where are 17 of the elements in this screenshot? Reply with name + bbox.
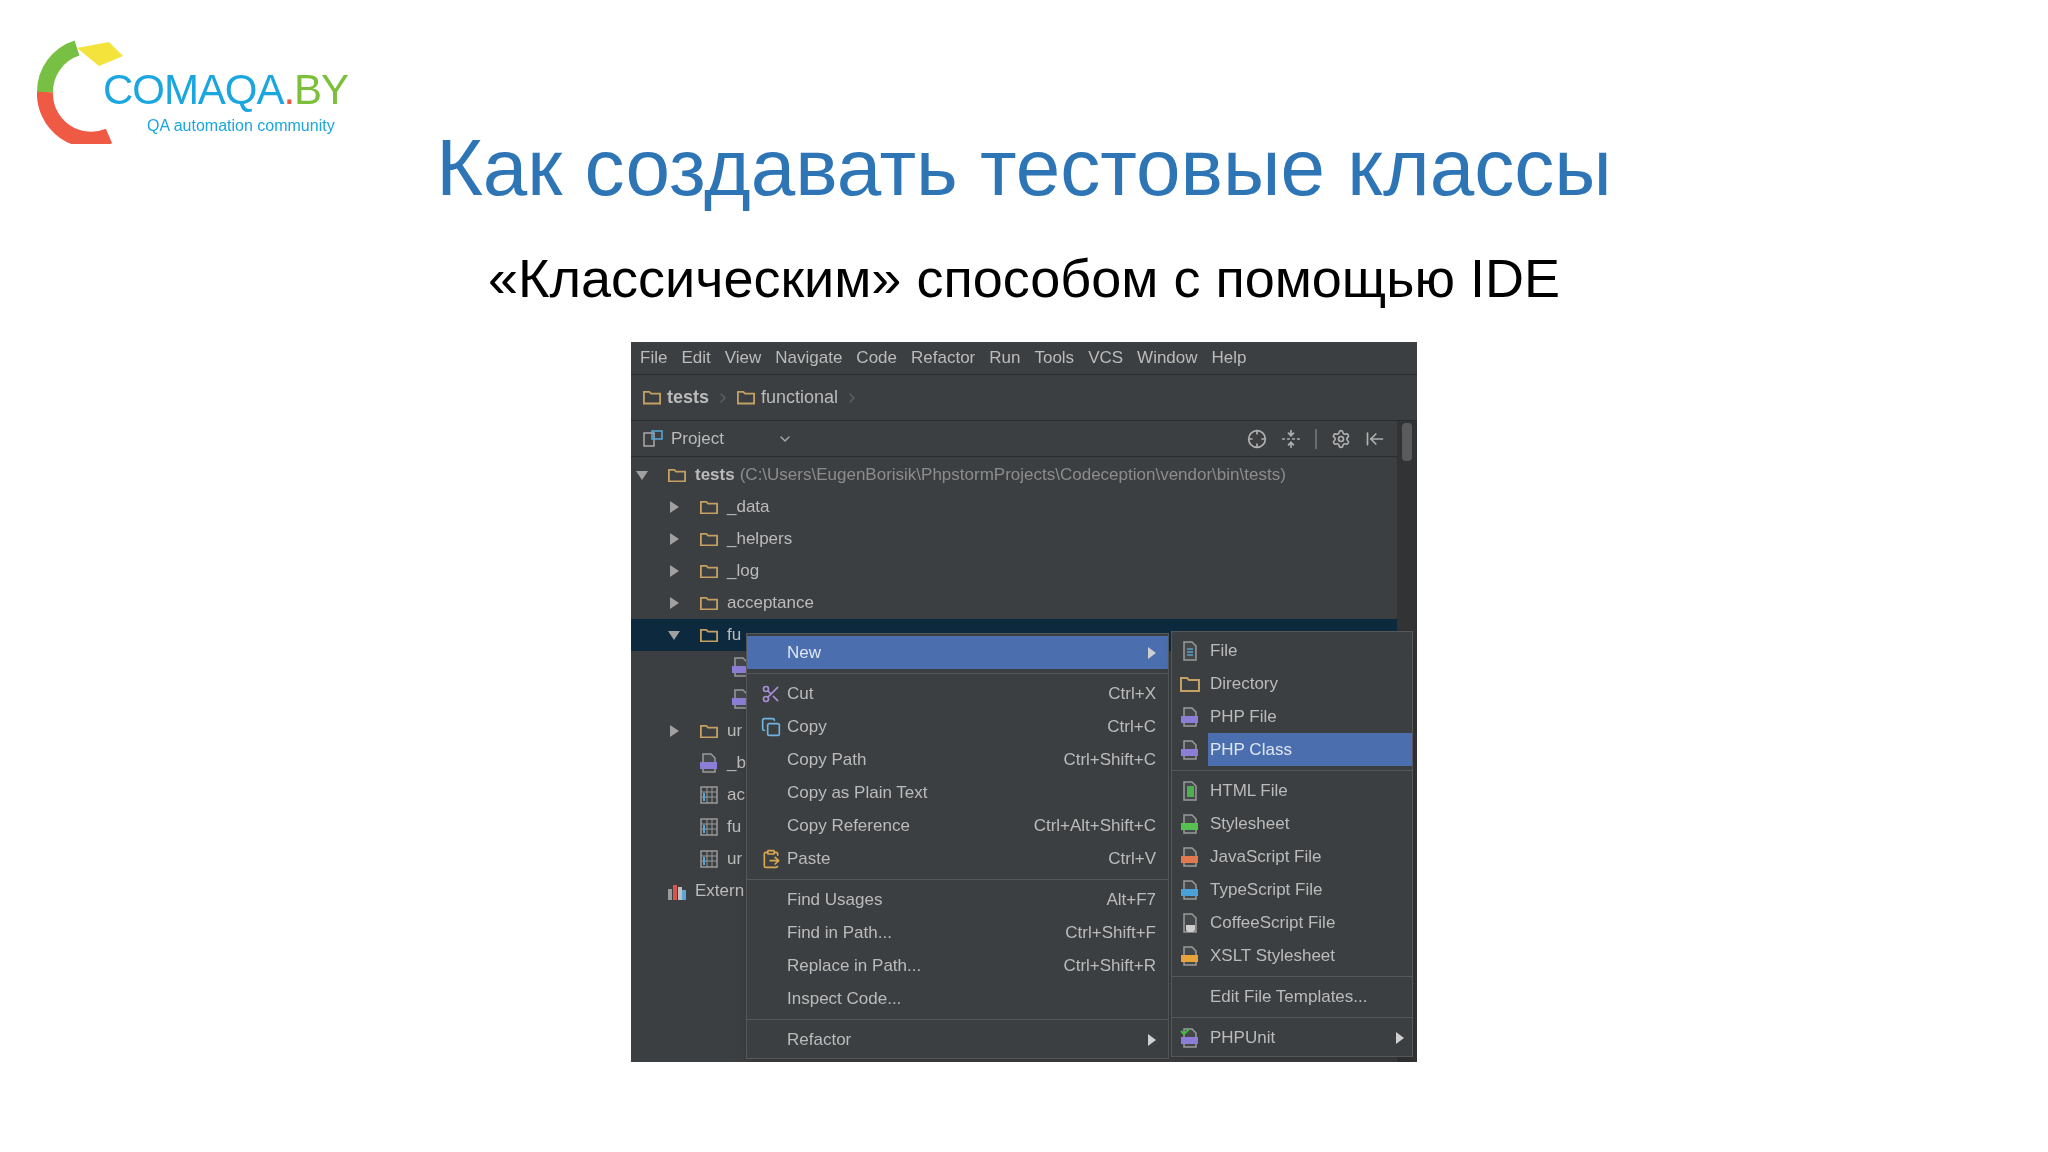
logo-tagline: QA automation community: [147, 116, 336, 136]
tree-label: Extern: [695, 880, 745, 903]
tree-label: fu: [727, 624, 742, 647]
tree-path: (C:\Users\EugenBorisik\PhpstormProjects\Codeception\vendor\bin\tests): [739, 464, 1286, 487]
tree-label: _data: [727, 496, 770, 519]
tree-label: acceptance: [727, 592, 814, 615]
tree-label: _b: [727, 752, 746, 775]
tree-label: ur: [727, 848, 743, 871]
tree-label: ur: [727, 720, 743, 743]
logo-text: COMAQA.BY: [103, 66, 348, 114]
slide-title: Как создавать тестовые классы: [436, 122, 1612, 214]
tree-label: tests: [695, 464, 735, 487]
tree-label: ac: [727, 784, 745, 807]
tree-label: fu: [727, 816, 742, 839]
slide-subtitle: «Классическим» способом с помощью IDE: [488, 247, 1560, 310]
tree-label: _log: [727, 560, 760, 583]
tree-label: _helpers: [727, 528, 793, 551]
